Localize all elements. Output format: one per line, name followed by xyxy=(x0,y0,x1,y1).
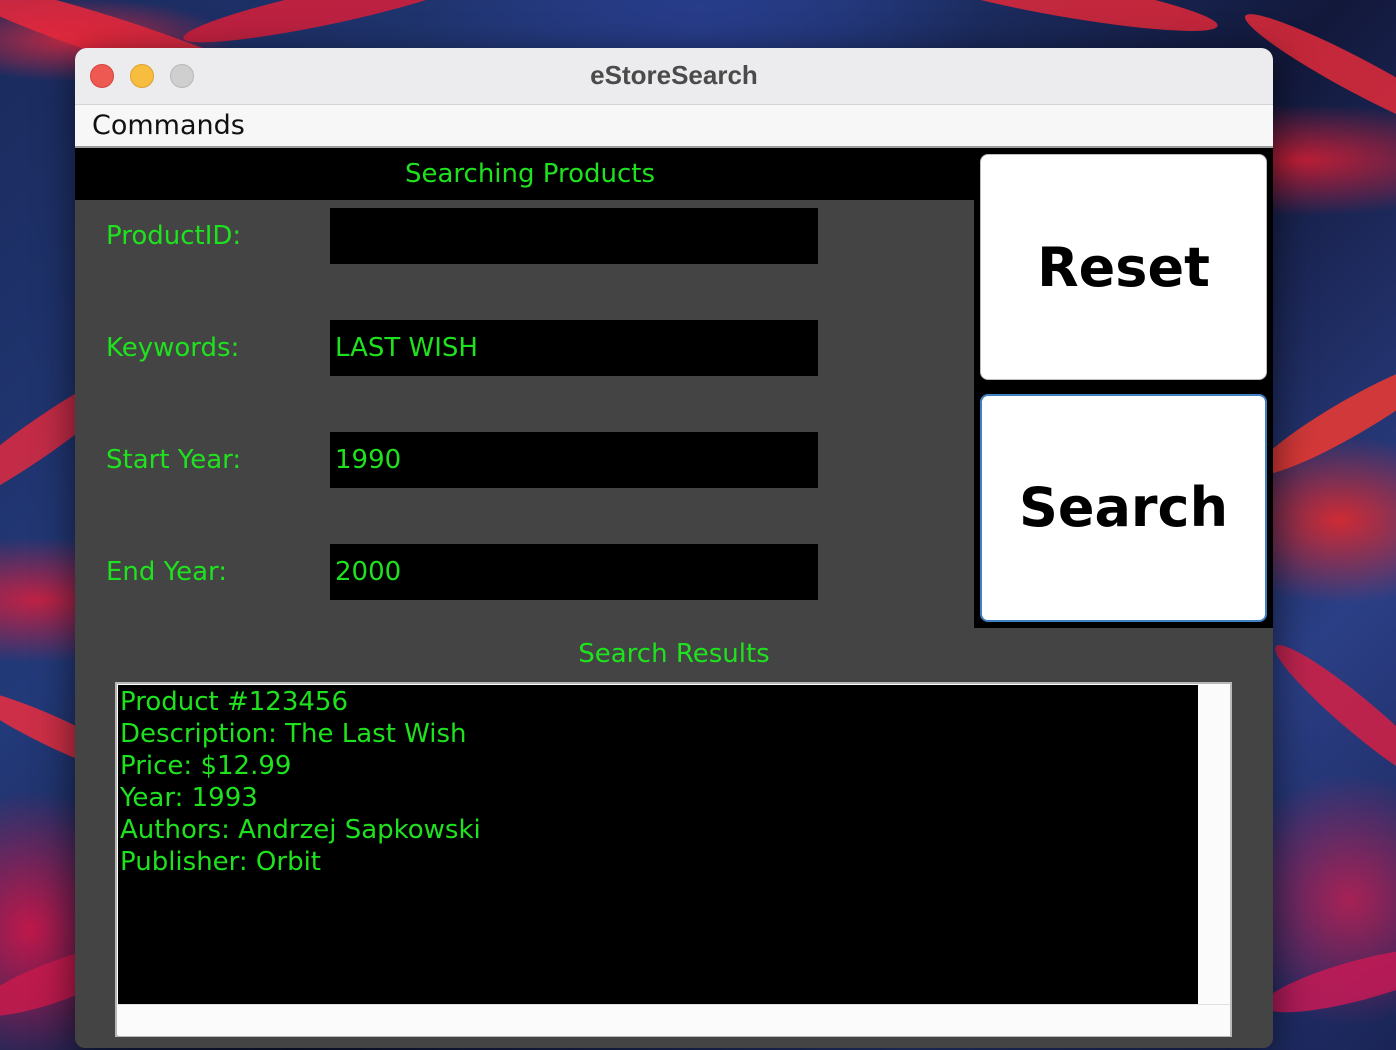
result-line: Description: The Last Wish xyxy=(120,719,467,749)
reset-button[interactable]: Reset xyxy=(980,154,1267,380)
result-line: Year: 1993 xyxy=(120,783,258,813)
menu-commands[interactable]: Commands xyxy=(92,105,245,146)
keywords-input[interactable] xyxy=(330,320,818,376)
end-year-label: End Year: xyxy=(106,557,228,587)
search-results-scroll-pane: Product #123456 Description: The Last Wi… xyxy=(115,682,1232,1037)
button-panel: Reset Search xyxy=(974,148,1273,628)
app-window: eStoreSearch Commands Searching Products… xyxy=(75,48,1273,1048)
vertical-scrollbar[interactable] xyxy=(1198,685,1230,1004)
search-results-text-area[interactable]: Product #123456 Description: The Last Wi… xyxy=(118,685,1198,1004)
result-line: Product #123456 xyxy=(120,687,349,717)
search-panel-header: Searching Products xyxy=(75,148,974,200)
start-year-input[interactable] xyxy=(330,432,818,488)
window-title: eStoreSearch xyxy=(590,60,758,90)
search-results-label: Search Results xyxy=(578,639,770,669)
keywords-label: Keywords: xyxy=(106,333,240,363)
start-year-label: Start Year: xyxy=(106,445,242,475)
end-year-input[interactable] xyxy=(330,544,818,600)
product-id-input[interactable] xyxy=(330,208,818,264)
menu-bar: Commands xyxy=(75,105,1273,148)
horizontal-scrollbar[interactable] xyxy=(118,1004,1230,1036)
search-panel-title: Searching Products xyxy=(404,159,656,189)
search-form-panel: Searching Products ProductID: Keywords: … xyxy=(75,148,974,628)
result-line: Authors: Andrzej Sapkowski xyxy=(120,815,481,845)
search-button[interactable]: Search xyxy=(980,394,1267,622)
title-bar: eStoreSearch xyxy=(75,48,1273,105)
result-line: Price: $12.99 xyxy=(120,751,292,781)
result-line: Publisher: Orbit xyxy=(120,847,322,877)
product-id-label: ProductID: xyxy=(106,221,242,251)
